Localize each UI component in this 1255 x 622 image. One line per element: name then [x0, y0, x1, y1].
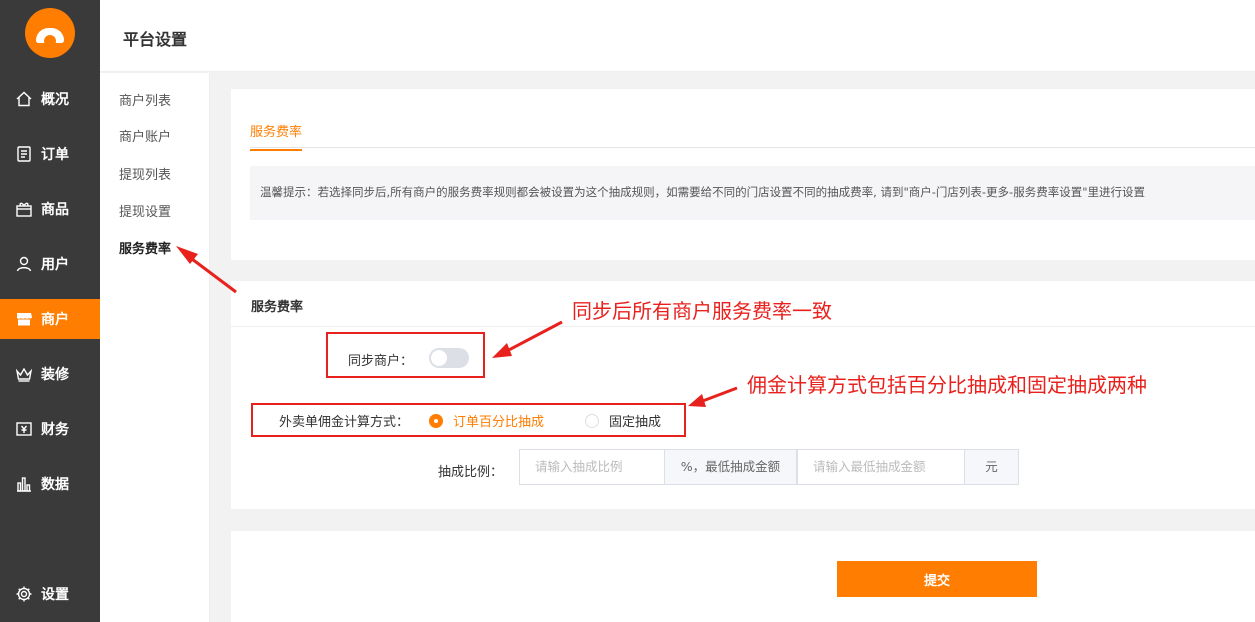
ratio-input[interactable]: 请输入抽成比例: [519, 449, 665, 485]
nav-item-label: 商品: [41, 202, 69, 218]
tab-divider: [250, 147, 1255, 148]
nav-item-goods[interactable]: 商品: [0, 189, 100, 229]
chart-icon: [15, 475, 33, 493]
subnav-item-merchant-list[interactable]: 商户列表: [119, 90, 171, 109]
ratio-label: 抽成比例：: [438, 465, 504, 480]
ratio-append: %，最低抽成金额: [664, 449, 797, 485]
nav-item-label: 商户: [41, 312, 69, 328]
subnav-item-merchant-account[interactable]: 商户账户: [119, 126, 171, 145]
nav-item-orders[interactable]: 订单: [0, 134, 100, 174]
nav-item-label: 装修: [41, 367, 69, 383]
nav-item-label: 数据: [41, 477, 69, 493]
goods-icon: [15, 200, 33, 218]
min-amount-input[interactable]: 请输入最低抽成金额: [797, 449, 965, 485]
nav-item-decoration[interactable]: 装修: [0, 354, 100, 394]
nav-item-users[interactable]: 用户: [0, 244, 100, 284]
app-logo: [25, 8, 75, 58]
tip-box: 温馨提示：若选择同步后,所有商户的服务费率规则都会被设置为这个抽成规则，如需要给…: [250, 166, 1255, 220]
section-divider: [231, 326, 1255, 327]
nav-item-data[interactable]: 数据: [0, 464, 100, 504]
subnav-item-withdraw-list[interactable]: 提现列表: [119, 164, 171, 183]
home-icon: [15, 90, 33, 108]
nav-item-label: 用户: [41, 257, 69, 273]
subnav-item-withdraw-settings[interactable]: 提现设置: [119, 201, 171, 220]
submit-card: 提交: [231, 531, 1255, 622]
nav-item-label: 财务: [41, 422, 69, 438]
crown-icon: [15, 365, 33, 383]
finance-icon: [15, 420, 33, 438]
nav-item-label: 订单: [41, 147, 69, 163]
highlight-sync-box: [326, 332, 485, 378]
gear-icon: [15, 585, 33, 603]
subnav-item-service-rate[interactable]: 服务费率: [119, 238, 171, 257]
nav-item-finance[interactable]: 财务: [0, 409, 100, 449]
order-icon: [15, 145, 33, 163]
min-amount-append: 元: [964, 449, 1019, 485]
page-title: 平台设置: [123, 30, 188, 49]
submit-button[interactable]: 提交: [837, 561, 1037, 597]
nav-item-overview[interactable]: 概况: [0, 79, 100, 119]
user-icon: [15, 255, 33, 273]
nav-item-label: 设置: [41, 587, 69, 603]
top-header: 平台设置: [100, 0, 1255, 72]
store-icon: [15, 310, 33, 328]
main-sidebar: 概况 订单 商品 用户 商户 装修 财务 数据 设置: [0, 0, 100, 622]
section-title: 服务费率: [251, 300, 304, 315]
annotation-commission-note: 佣金计算方式包括百分比抽成和固定抽成两种: [747, 373, 1147, 397]
nav-item-merchants[interactable]: 商户: [0, 299, 100, 339]
annotation-sync-note: 同步后所有商户服务费率一致: [572, 299, 832, 323]
sub-sidebar: 商户列表 商户账户 提现列表 提现设置 服务费率: [100, 73, 210, 622]
nav-item-label: 概况: [41, 92, 69, 108]
tab-card: 服务费率 温馨提示：若选择同步后,所有商户的服务费率规则都会被设置为这个抽成规则…: [231, 89, 1255, 260]
highlight-commission-box: [251, 403, 686, 437]
nav-item-settings[interactable]: 设置: [0, 574, 100, 614]
